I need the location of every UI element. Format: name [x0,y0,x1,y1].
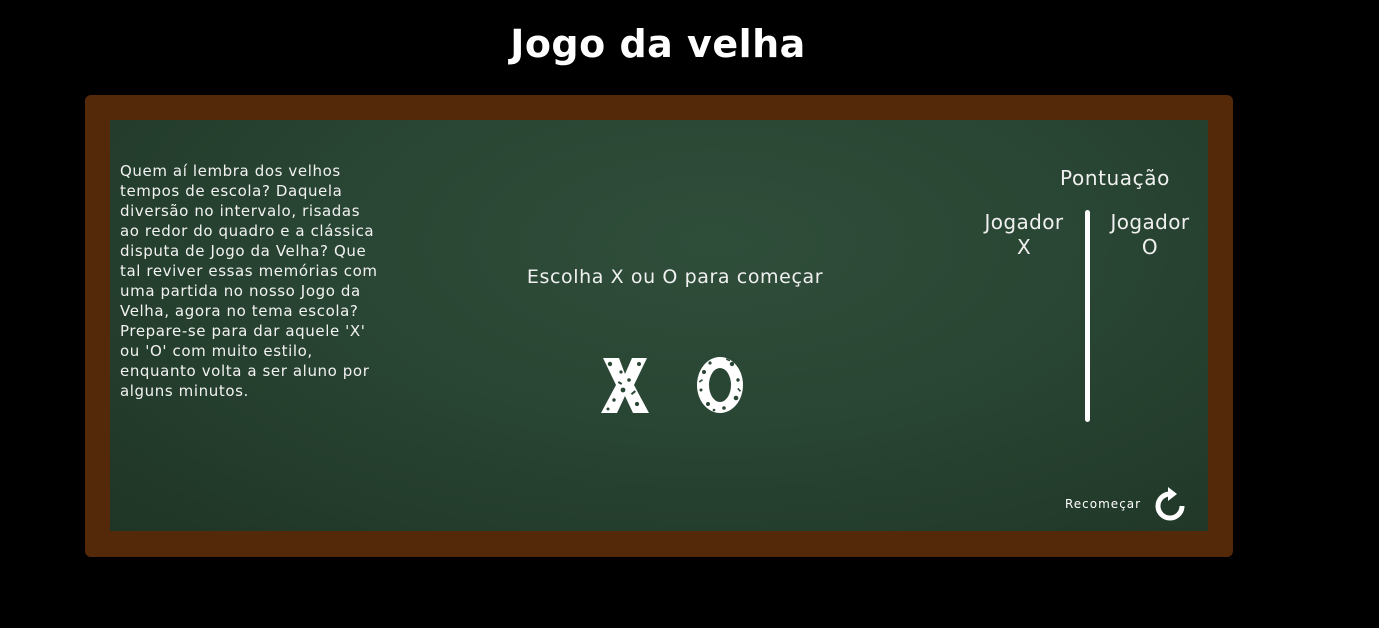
player-x-score: Jogador X [969,210,1079,260]
choose-x-button[interactable] [595,352,655,418]
page: Jogo da velha Quem aí lembra dos velhos … [0,0,1379,628]
choose-o-button[interactable] [690,352,750,418]
restart-icon [1155,487,1185,521]
chalkboard-frame: Quem aí lembra dos velhos tempos de esco… [85,95,1233,557]
symbol-choices [595,352,765,422]
player-o-symbol: O [1141,235,1159,259]
player-o-name: Jogador [1110,210,1190,234]
score-title: Pontuação [1060,166,1170,190]
restart-button[interactable]: Recomeçar [1065,486,1185,522]
player-o-score: Jogador O [1095,210,1205,260]
chalk-o-icon [697,357,743,413]
restart-label: Recomeçar [1065,497,1142,511]
score-divider [1085,210,1090,422]
page-title: Jogo da velha [510,22,806,66]
player-x-name: Jogador [984,210,1064,234]
player-x-symbol: X [1016,235,1032,259]
intro-text: Quem aí lembra dos velhos tempos de esco… [120,162,378,400]
chalkboard: Quem aí lembra dos velhos tempos de esco… [110,120,1208,531]
chalk-x-icon [601,358,649,413]
choose-symbol-prompt: Escolha X ou O para começar [526,266,824,288]
